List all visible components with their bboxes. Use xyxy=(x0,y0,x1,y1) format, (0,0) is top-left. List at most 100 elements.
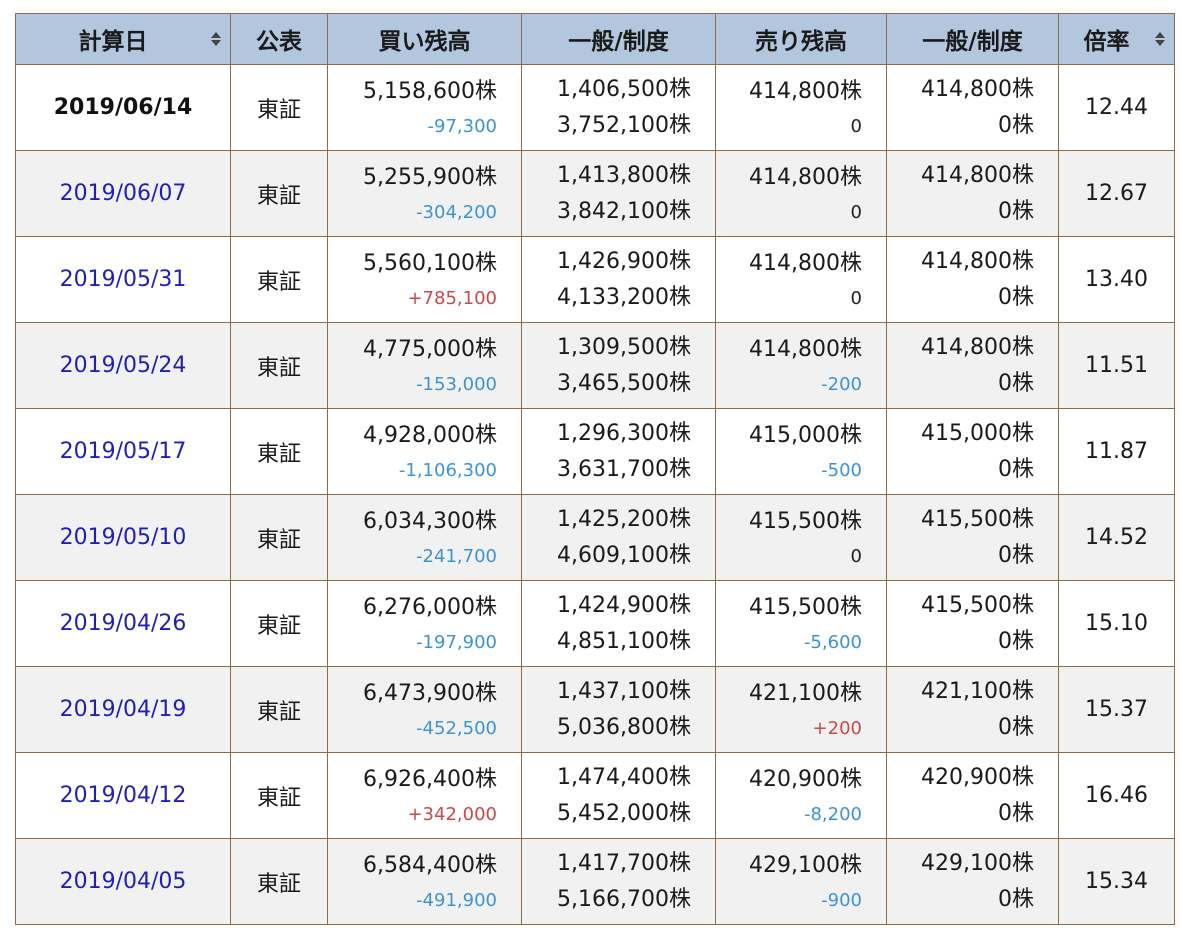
table-row: 2019/04/19 東証 6,473,900株 -452,500 1,437,… xyxy=(15,666,1175,753)
table-header: 計算日 公表 買い残高 一般/制度 売り残高 一般/制度 倍率 xyxy=(15,13,1175,65)
buy-balance-cell: 6,473,900株 -452,500 xyxy=(327,666,522,753)
buy-balance-value: 6,276,000株 xyxy=(363,594,497,620)
ratio-value: 12.67 xyxy=(1085,181,1148,206)
buy-general-system-cell: 1,426,900株 4,133,200株 xyxy=(521,236,716,323)
sell-balance-change: -900 xyxy=(821,889,862,911)
buy-general-value: 1,437,100株 xyxy=(557,678,691,704)
buy-balance-change: +342,000 xyxy=(407,803,497,825)
sell-balance-change: -5,600 xyxy=(803,631,862,653)
header-ratio-label: 倍率 xyxy=(1083,29,1130,55)
exchange-name: 東証 xyxy=(256,699,301,725)
buy-system-value: 4,851,100株 xyxy=(557,628,691,654)
date-link[interactable]: 2019/04/19 xyxy=(60,697,187,722)
buy-system-value: 5,166,700株 xyxy=(557,886,691,912)
buy-general-system-cell: 1,425,200株 4,609,100株 xyxy=(521,494,716,581)
buy-system-value: 5,036,800株 xyxy=(557,714,691,740)
buy-balance-cell: 6,584,400株 -491,900 xyxy=(327,838,522,925)
buy-system-value: 3,842,100株 xyxy=(557,198,691,224)
ratio-value: 11.87 xyxy=(1085,439,1148,464)
exchange-name: 東証 xyxy=(256,527,301,553)
date-link[interactable]: 2019/04/12 xyxy=(60,783,187,808)
sell-general-value: 421,100株 xyxy=(921,678,1034,704)
date-link[interactable]: 2019/06/07 xyxy=(60,181,187,206)
current-date-label: 2019/06/14 xyxy=(53,95,193,120)
ratio-cell: 11.51 xyxy=(1058,322,1175,409)
table-body: 2019/06/14 東証 5,158,600株 -97,300 1,406,5… xyxy=(15,64,1175,925)
date-cell: 2019/04/26 xyxy=(15,580,231,667)
sell-balance-value: 421,100株 xyxy=(749,680,862,706)
header-row: 計算日 公表 買い残高 一般/制度 売り残高 一般/制度 倍率 xyxy=(15,13,1175,65)
buy-balance-cell: 5,255,900株 -304,200 xyxy=(327,150,522,237)
exchange-name: 東証 xyxy=(256,97,301,123)
sell-balance-value: 414,800株 xyxy=(749,78,862,104)
buy-general-value: 1,296,300株 xyxy=(557,420,691,446)
exchange-cell: 東証 xyxy=(230,494,328,581)
sell-balance-cell: 415,500株 -5,600 xyxy=(715,580,887,667)
buy-system-value: 3,465,500株 xyxy=(557,370,691,396)
sell-general-value: 414,800株 xyxy=(921,76,1034,102)
ratio-cell: 12.44 xyxy=(1058,64,1175,151)
date-link[interactable]: 2019/05/10 xyxy=(60,525,187,550)
sell-general-value: 415,500株 xyxy=(921,592,1034,618)
sell-general-value: 414,800株 xyxy=(921,248,1034,274)
ratio-cell: 16.46 xyxy=(1058,752,1175,839)
date-link[interactable]: 2019/05/24 xyxy=(60,353,187,378)
sell-general-system-cell: 421,100株 0株 xyxy=(886,666,1059,753)
date-cell: 2019/05/17 xyxy=(15,408,231,495)
buy-balance-change: -304,200 xyxy=(416,201,497,223)
buy-general-system-cell: 1,424,900株 4,851,100株 xyxy=(521,580,716,667)
sell-balance-value: 420,900株 xyxy=(749,766,862,792)
buy-general-system-cell: 1,309,500株 3,465,500株 xyxy=(521,322,716,409)
ratio-value: 14.52 xyxy=(1085,525,1148,550)
exchange-cell: 東証 xyxy=(230,322,328,409)
buy-balance-change: -452,500 xyxy=(416,717,497,739)
sell-balance-change: 0 xyxy=(850,545,862,567)
exchange-name: 東証 xyxy=(256,441,301,467)
buy-balance-change: -97,300 xyxy=(427,115,497,137)
exchange-name: 東証 xyxy=(256,355,301,381)
header-ratio-sortable[interactable]: 倍率 xyxy=(1058,13,1175,65)
header-sell-general-system: 一般/制度 xyxy=(886,13,1059,65)
date-link[interactable]: 2019/05/17 xyxy=(60,439,187,464)
sell-system-value: 0株 xyxy=(998,198,1034,224)
buy-general-value: 1,417,700株 xyxy=(557,850,691,876)
ratio-cell: 15.10 xyxy=(1058,580,1175,667)
date-link[interactable]: 2019/04/26 xyxy=(60,611,187,636)
sort-arrows-icon[interactable] xyxy=(211,32,221,46)
buy-balance-cell: 5,560,100株 +785,100 xyxy=(327,236,522,323)
sell-balance-cell: 414,800株 -200 xyxy=(715,322,887,409)
date-link[interactable]: 2019/04/05 xyxy=(60,869,187,894)
buy-general-value: 1,309,500株 xyxy=(557,334,691,360)
buy-balance-change: -197,900 xyxy=(416,631,497,653)
sell-balance-cell: 420,900株 -8,200 xyxy=(715,752,887,839)
buy-balance-cell: 6,276,000株 -197,900 xyxy=(327,580,522,667)
sell-general-system-cell: 415,000株 0株 xyxy=(886,408,1059,495)
buy-general-value: 1,474,400株 xyxy=(557,764,691,790)
buy-general-value: 1,424,900株 xyxy=(557,592,691,618)
buy-balance-value: 6,473,900株 xyxy=(363,680,497,706)
sell-system-value: 0株 xyxy=(998,628,1034,654)
header-date-sortable[interactable]: 計算日 xyxy=(15,13,231,65)
buy-balance-cell: 6,926,400株 +342,000 xyxy=(327,752,522,839)
ratio-value: 13.40 xyxy=(1085,267,1148,292)
exchange-cell: 東証 xyxy=(230,150,328,237)
buy-general-system-cell: 1,437,100株 5,036,800株 xyxy=(521,666,716,753)
ratio-value: 15.10 xyxy=(1085,611,1148,636)
ratio-cell: 12.67 xyxy=(1058,150,1175,237)
sell-general-value: 415,000株 xyxy=(921,420,1034,446)
sort-arrows-icon[interactable] xyxy=(1155,32,1165,46)
header-buy-general-system-label: 一般/制度 xyxy=(568,29,669,55)
sell-balance-change: +200 xyxy=(812,717,862,739)
date-link[interactable]: 2019/05/31 xyxy=(60,267,187,292)
buy-general-system-cell: 1,296,300株 3,631,700株 xyxy=(521,408,716,495)
date-cell: 2019/04/12 xyxy=(15,752,231,839)
sell-balance-change: 0 xyxy=(850,287,862,309)
header-sell-general-system-label: 一般/制度 xyxy=(922,29,1023,55)
date-cell: 2019/05/24 xyxy=(15,322,231,409)
sell-general-system-cell: 414,800株 0株 xyxy=(886,150,1059,237)
exchange-cell: 東証 xyxy=(230,838,328,925)
buy-balance-value: 6,034,300株 xyxy=(363,508,497,534)
buy-system-value: 3,631,700株 xyxy=(557,456,691,482)
buy-balance-change: -241,700 xyxy=(416,545,497,567)
date-cell: 2019/04/05 xyxy=(15,838,231,925)
